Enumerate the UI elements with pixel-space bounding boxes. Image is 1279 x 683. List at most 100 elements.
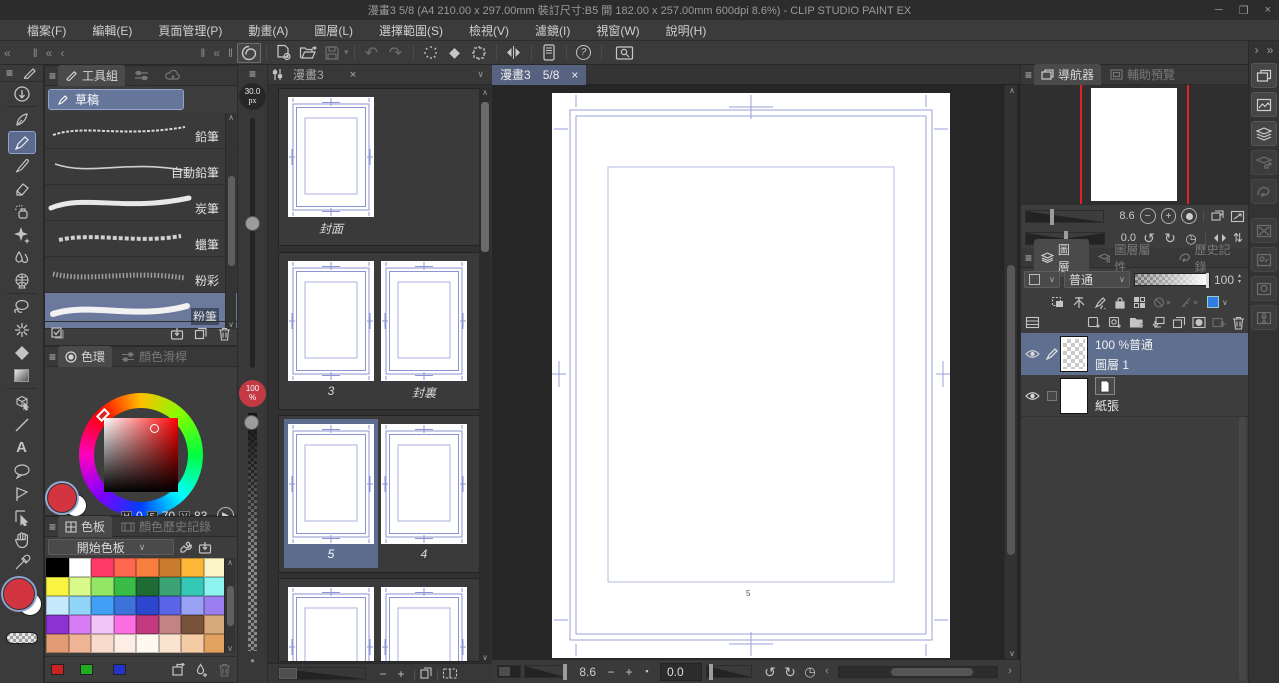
eyedropper-tool[interactable] bbox=[8, 551, 36, 574]
create-mask-icon[interactable] bbox=[1192, 316, 1206, 329]
color-swatch[interactable] bbox=[203, 634, 226, 653]
blend-tool[interactable] bbox=[8, 246, 36, 269]
dock-collapse-all-icon[interactable]: » bbox=[1267, 43, 1274, 57]
dock-material-body-icon[interactable] bbox=[1251, 305, 1277, 330]
panel-collapse-icon[interactable]: « bbox=[209, 46, 224, 60]
color-swatch[interactable] bbox=[203, 577, 226, 596]
recent-color-blue[interactable] bbox=[113, 664, 126, 675]
menu-page-manage[interactable]: 頁面管理(P) bbox=[145, 22, 235, 39]
clip-studio-icon[interactable] bbox=[236, 42, 261, 63]
color-swatch[interactable] bbox=[68, 558, 91, 577]
color-swatch[interactable] bbox=[91, 558, 114, 577]
color-swatch[interactable] bbox=[46, 596, 69, 615]
register-subtool-icon[interactable] bbox=[170, 327, 184, 340]
canvas-tab-close-icon[interactable]: × bbox=[571, 68, 578, 82]
tab-color-slider[interactable]: 顏色滑桿 bbox=[114, 346, 194, 367]
panel-collapse-icon[interactable]: « bbox=[42, 46, 57, 60]
operation-tool[interactable] bbox=[8, 390, 36, 413]
transfer-to-lower-layer-icon[interactable] bbox=[1151, 316, 1166, 329]
page-thumbnail[interactable] bbox=[284, 582, 378, 661]
opacity-indicator[interactable]: 100 % bbox=[239, 380, 266, 407]
figure-tool[interactable] bbox=[8, 269, 36, 292]
color-swatch[interactable] bbox=[158, 577, 181, 596]
close-button[interactable]: × bbox=[1265, 4, 1271, 16]
dock-sub-view-icon[interactable] bbox=[1251, 92, 1277, 117]
balloon-tool[interactable] bbox=[8, 459, 36, 482]
brush-size-slider-handle[interactable] bbox=[245, 216, 260, 231]
open-file-button[interactable] bbox=[296, 43, 320, 63]
enable-mask-icon[interactable] bbox=[1153, 296, 1173, 309]
delete-layer-icon[interactable] bbox=[1232, 316, 1245, 330]
dock-expand-icon[interactable]: › bbox=[1255, 43, 1259, 57]
menu-selection[interactable]: 選擇範圍(S) bbox=[366, 22, 456, 39]
color-swatch[interactable] bbox=[203, 615, 226, 634]
color-swatch[interactable] bbox=[46, 634, 69, 653]
fit-to-window-icon[interactable] bbox=[1230, 210, 1245, 223]
nav-zoom-in-icon[interactable]: + bbox=[1160, 208, 1177, 224]
color-panel-menu-icon[interactable]: ≡ bbox=[49, 351, 56, 363]
tab-color-wheel[interactable]: 色環 bbox=[58, 346, 113, 367]
palette-menu-icon[interactable]: ≡ bbox=[49, 521, 56, 533]
frame-border-tool[interactable] bbox=[8, 482, 36, 505]
brush-size-indicator[interactable]: 30.0 px bbox=[239, 83, 266, 110]
foreground-color-swatch[interactable] bbox=[47, 483, 77, 513]
decoration-tool[interactable] bbox=[8, 223, 36, 246]
snap-ruler-icon[interactable] bbox=[419, 43, 443, 63]
lock-layer-icon[interactable] bbox=[1114, 296, 1126, 309]
color-swatch[interactable] bbox=[113, 615, 136, 634]
layer-thumbnail[interactable] bbox=[1060, 336, 1088, 372]
page-thumbnail-cover[interactable]: 封面 bbox=[284, 92, 378, 241]
companion-device-icon[interactable] bbox=[537, 43, 561, 63]
menu-file[interactable]: 檔案(F) bbox=[14, 22, 79, 39]
new-document-button[interactable] bbox=[272, 43, 296, 63]
canvas-tab-active[interactable]: 漫畫3 5/8 × bbox=[492, 64, 587, 85]
color-swatch[interactable] bbox=[181, 577, 204, 596]
spread-view-icon[interactable] bbox=[442, 667, 458, 680]
selection-tool[interactable] bbox=[8, 341, 36, 364]
color-swatch[interactable] bbox=[181, 615, 204, 634]
page-panel-chevron-icon[interactable]: ∨ bbox=[477, 70, 484, 79]
pencil-tool[interactable] bbox=[7, 131, 36, 154]
opacity-slider[interactable] bbox=[244, 413, 259, 651]
layer-row-paper[interactable]: 紙張 bbox=[1021, 375, 1249, 417]
color-swatch[interactable] bbox=[136, 615, 159, 634]
subtool-group-draft[interactable]: 草稿 bbox=[48, 89, 184, 110]
brush-item-charcoal[interactable]: 炭筆 bbox=[45, 185, 237, 221]
menu-filter[interactable]: 濾鏡(I) bbox=[522, 22, 583, 39]
maximize-button[interactable]: ❒ bbox=[1239, 4, 1249, 17]
undo-button[interactable]: ↶ bbox=[360, 43, 384, 63]
delete-color-icon[interactable] bbox=[218, 663, 231, 677]
color-swatch[interactable] bbox=[136, 577, 159, 596]
color-set-select[interactable]: 開始色板 ∨ bbox=[48, 539, 174, 555]
opacity-slider-handle[interactable] bbox=[244, 415, 259, 430]
layer-color-select[interactable]: ∨ bbox=[1207, 296, 1228, 308]
canvas-hscroll-thumb[interactable] bbox=[891, 667, 973, 676]
layer-panel-split-icon[interactable] bbox=[1025, 316, 1040, 329]
color-swatch[interactable] bbox=[113, 577, 136, 596]
status-mini-slider[interactable] bbox=[497, 665, 521, 678]
panel-grip-icon[interactable]: ‖ bbox=[196, 46, 209, 60]
color-swatch[interactable] bbox=[181, 558, 204, 577]
dock-layers-icon[interactable] bbox=[1251, 121, 1277, 146]
tab-color-history[interactable]: 顏色歷史記錄 bbox=[114, 516, 218, 537]
reset-rotation-icon[interactable]: ◷ bbox=[800, 665, 820, 678]
pages-scrollbar[interactable]: ∧ ∨ bbox=[479, 88, 490, 662]
new-vector-layer-icon[interactable] bbox=[1108, 316, 1123, 329]
recent-color-red[interactable] bbox=[51, 664, 64, 675]
tab-cloud-sync[interactable] bbox=[158, 68, 188, 83]
brush-item-crayon[interactable]: 蠟筆 bbox=[45, 221, 237, 257]
menu-help[interactable]: 說明(H) bbox=[653, 22, 720, 39]
status-zoom-in-icon[interactable]: + bbox=[620, 666, 638, 678]
panel-grip-icon[interactable]: ‖ bbox=[224, 46, 237, 60]
dock-layer-property-icon[interactable] bbox=[1251, 150, 1277, 175]
apply-mask-icon[interactable] bbox=[1212, 316, 1226, 329]
strip-menu-icon[interactable]: ≡ bbox=[249, 68, 256, 80]
status-zoom-out-icon[interactable]: − bbox=[602, 666, 620, 678]
dock-material-monochrome-icon[interactable] bbox=[1251, 247, 1277, 272]
save-button[interactable] bbox=[320, 43, 344, 63]
new-raster-layer-icon[interactable] bbox=[1087, 316, 1102, 329]
dock-material-face-icon[interactable] bbox=[1251, 276, 1277, 301]
color-swatch[interactable] bbox=[136, 558, 159, 577]
color-swatch[interactable] bbox=[136, 634, 159, 653]
subtool-menu-icon[interactable]: ≡ bbox=[49, 70, 56, 82]
